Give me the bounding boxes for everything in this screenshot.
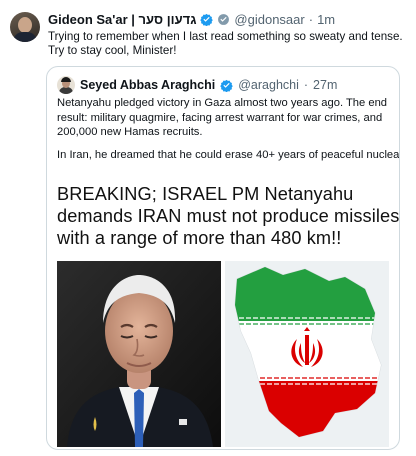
image-headline-line: demands IRAN must not produce missiles xyxy=(57,206,400,226)
quoted-text-line: result: military quagmire, facing arrest… xyxy=(57,111,383,124)
post-time[interactable]: 1m xyxy=(317,12,335,27)
verified-badge-icon xyxy=(220,79,234,92)
image-headline-line: with a range of more than 480 km!! xyxy=(57,228,342,248)
meta-separator: · xyxy=(308,11,314,27)
tweet-text-line: Try to stay cool, Minister! xyxy=(48,44,177,57)
quoted-text-line: Netanyahu pledged victory in Gaza almost… xyxy=(57,97,388,109)
quoted-author-name[interactable]: Seyed Abbas Araghchi xyxy=(80,78,215,92)
quoted-text: Netanyahu pledged victory in Gaza almost… xyxy=(57,96,400,162)
tweet-header: Gideon Sa'ar | גדעון סער @gidonsaar · 1m xyxy=(48,10,406,28)
image-headline: BREAKING; ISRAEL PM Netanyahu demands IR… xyxy=(57,183,400,249)
verified-badge-icon xyxy=(200,13,214,26)
government-badge-icon xyxy=(218,13,230,25)
iran-flag-map-image[interactable] xyxy=(225,261,389,447)
netanyahu-photo[interactable] xyxy=(57,261,221,447)
author-name[interactable]: Gideon Sa'ar | גדעון סער xyxy=(48,12,196,27)
tweet-text-line: Trying to remember when I last read some… xyxy=(48,30,403,43)
quoted-meta-separator: · xyxy=(303,78,309,92)
quoted-text-truncated-line: In Iran, he dreamed that he could erase … xyxy=(57,148,400,161)
quoted-author-avatar[interactable] xyxy=(57,76,75,94)
image-headline-line: BREAKING; ISRAEL PM Netanyahu xyxy=(57,184,354,204)
tweet-card[interactable]: Gideon Sa'ar | גדעון סער @gidonsaar · 1m… xyxy=(0,0,416,456)
quoted-text-line: 200,000 new Hamas recruits. xyxy=(57,126,203,138)
tweet-text: Trying to remember when I last read some… xyxy=(48,30,403,58)
author-handle[interactable]: @gidonsaar xyxy=(234,12,304,27)
quoted-header: Seyed Abbas Araghchi @araghchi · 27m xyxy=(57,76,337,94)
author-avatar[interactable] xyxy=(10,12,40,42)
quoted-author-handle[interactable]: @araghchi xyxy=(238,78,299,92)
quoted-tweet[interactable]: Seyed Abbas Araghchi @araghchi · 27m Net… xyxy=(46,66,400,450)
quoted-post-time[interactable]: 27m xyxy=(313,78,337,92)
